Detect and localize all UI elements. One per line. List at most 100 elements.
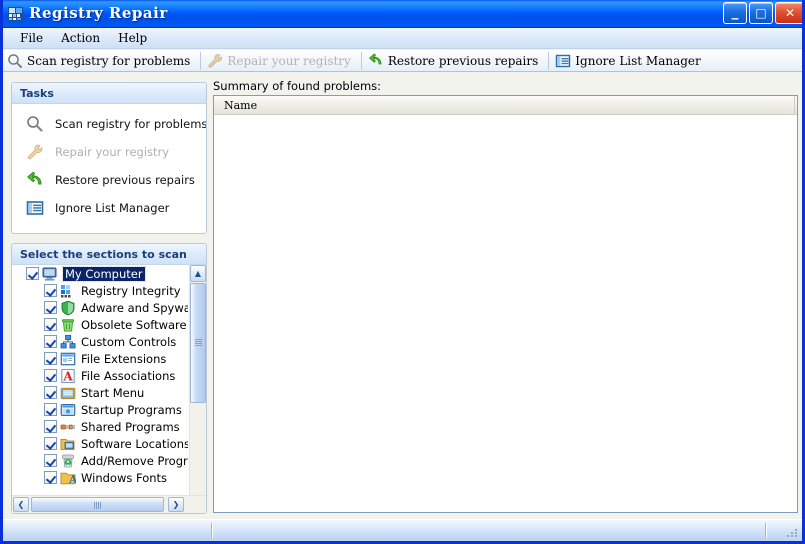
tree-item-start-menu[interactable]: Start Menu (12, 384, 188, 401)
toolbar-button-repair-label: Repair your registry (227, 53, 351, 68)
checkbox-my-computer[interactable] (26, 267, 39, 280)
toolbar-button-restore-label: Restore previous repairs (387, 53, 539, 68)
tree-item-my-computer-label: My Computer (62, 265, 146, 282)
title-bar: Registry Repair _ □ ✕ (3, 0, 802, 28)
close-button[interactable]: ✕ (775, 2, 802, 24)
sections-tree-content: My Computer Registry Integrity Adware an… (12, 265, 188, 497)
maximize-button[interactable]: □ (749, 2, 773, 24)
scroll-left-button[interactable]: ❮ (13, 497, 29, 512)
checkbox-add-remove-programs[interactable] (44, 454, 57, 467)
summary-label: Summary of found problems: (213, 79, 382, 93)
svg-text:A: A (62, 369, 73, 383)
tree-item-custom-controls-label: Custom Controls (81, 334, 177, 349)
tree-item-adware-and-spyware-label: Adware and Spyware (81, 300, 188, 315)
checkbox-startup-programs[interactable] (44, 403, 57, 416)
tree-item-windows-fonts-label: Windows Fonts (81, 470, 168, 485)
green-arrow-icon (368, 53, 384, 69)
checkbox-file-associations[interactable] (44, 369, 57, 382)
sections-horizontal-scrollbar[interactable]: ❮ ❯ (12, 495, 206, 513)
chevron-left-icon: ❮ (17, 499, 25, 509)
status-bar-separator (765, 523, 767, 538)
checkbox-custom-controls[interactable] (44, 335, 57, 348)
task-item-restore[interactable]: Restore previous repairs (12, 166, 206, 194)
chevron-up-icon: ▲ (194, 268, 202, 278)
checkbox-adware-and-spyware[interactable] (44, 301, 57, 314)
toolbar-separator (360, 51, 362, 70)
checkbox-obsolete-software[interactable] (44, 318, 57, 331)
toolbar-button-repair[interactable]: Repair your registry (203, 51, 359, 71)
toolbar-button-ignore-list[interactable]: Ignore List Manager (551, 51, 708, 71)
tree-item-my-computer[interactable]: My Computer (12, 265, 188, 282)
menu-item-file[interactable]: File (11, 30, 52, 46)
toolbar: Scan registry for problems Repair your r… (3, 50, 802, 72)
toolbar-button-scan[interactable]: Scan registry for problems (3, 51, 198, 71)
start-menu-icon (60, 385, 76, 401)
magnifier-icon (26, 115, 44, 133)
application-window: Registry Repair _ □ ✕ File Action Help S… (0, 0, 805, 544)
green-shield-icon (60, 300, 76, 316)
menu-bar: File Action Help (3, 28, 802, 49)
magnifier-icon (7, 53, 23, 69)
registry-app-icon (8, 6, 24, 22)
checkbox-software-locations[interactable] (44, 437, 57, 450)
scroll-right-button[interactable]: ❯ (168, 497, 184, 512)
task-item-repair[interactable]: Repair your registry (12, 138, 206, 166)
sections-vertical-scrollbar[interactable]: ▲ ▼ (189, 265, 206, 513)
task-item-scan[interactable]: Scan registry for problems (12, 110, 206, 138)
startup-window-icon (60, 402, 76, 418)
tree-item-startup-programs[interactable]: Startup Programs (12, 401, 188, 418)
task-item-restore-label: Restore previous repairs (55, 173, 195, 187)
scroll-up-button[interactable]: ▲ (190, 265, 206, 282)
menu-item-help[interactable]: Help (109, 30, 156, 46)
tree-item-file-associations-label: File Associations (81, 368, 176, 383)
wrench-icon (26, 143, 44, 161)
problems-list-view[interactable]: Name (213, 95, 798, 513)
checkbox-file-extensions[interactable] (44, 352, 57, 365)
tree-item-software-locations-label: Software Locations (81, 436, 188, 451)
tree-item-file-associations[interactable]: A File Associations (12, 367, 188, 384)
checkbox-windows-fonts[interactable] (44, 471, 57, 484)
tasks-panel-title: Tasks (20, 86, 54, 100)
fonts-folder-icon: A (60, 470, 78, 486)
wrench-icon (207, 53, 223, 69)
maximize-icon: □ (755, 6, 767, 20)
column-header-name[interactable]: Name (214, 96, 795, 115)
horizontal-scroll-thumb[interactable] (31, 497, 164, 512)
nodes-icon (60, 334, 76, 350)
red-a-icon: A (60, 368, 76, 384)
tasks-panel: Tasks Scan registry for problems Repair … (11, 82, 207, 234)
toolbar-button-ignore-list-label: Ignore List Manager (575, 53, 701, 68)
tree-item-shared-programs[interactable]: Shared Programs (12, 418, 188, 435)
vertical-scroll-thumb[interactable] (190, 283, 206, 403)
tree-item-registry-integrity-label: Registry Integrity (81, 283, 181, 298)
tree-item-adware-and-spyware[interactable]: Adware and Spyware (12, 299, 188, 316)
sections-panel: Select the sections to scan My Computer (11, 243, 207, 514)
tree-item-registry-integrity[interactable]: Registry Integrity (12, 282, 188, 299)
checkbox-registry-integrity[interactable] (44, 284, 57, 297)
toolbar-button-restore[interactable]: Restore previous repairs (364, 51, 546, 71)
tree-item-file-extensions-label: File Extensions (81, 351, 167, 366)
svg-text:A: A (68, 473, 76, 486)
tasks-panel-header: Tasks (12, 83, 206, 104)
tree-item-startup-programs-label: Startup Programs (81, 402, 182, 417)
minimize-button[interactable]: _ (723, 2, 747, 24)
toolbar-separator (200, 51, 202, 70)
sections-tree: My Computer Registry Integrity Adware an… (12, 265, 206, 513)
tree-item-obsolete-software[interactable]: Obsolete Software (12, 316, 188, 333)
menu-item-action[interactable]: Action (52, 30, 109, 46)
checkbox-start-menu[interactable] (44, 386, 57, 399)
tree-item-add-remove-programs[interactable]: Add/Remove Programs (12, 452, 188, 469)
checkbox-shared-programs[interactable] (44, 420, 57, 433)
task-item-ignore-list[interactable]: Ignore List Manager (12, 194, 206, 222)
window-title: Registry Repair (29, 4, 168, 22)
window-blue-icon (60, 351, 76, 367)
tree-item-custom-controls[interactable]: Custom Controls (12, 333, 188, 350)
close-icon: ✕ (784, 6, 796, 20)
tree-item-software-locations[interactable]: Software Locations (12, 435, 188, 452)
tree-item-windows-fonts[interactable]: A Windows Fonts (12, 469, 188, 486)
tree-item-file-extensions[interactable]: File Extensions (12, 350, 188, 367)
list-icon (555, 53, 571, 69)
resize-grip-icon[interactable] (787, 527, 799, 539)
list-view-body[interactable] (214, 115, 797, 512)
status-bar (3, 519, 802, 541)
